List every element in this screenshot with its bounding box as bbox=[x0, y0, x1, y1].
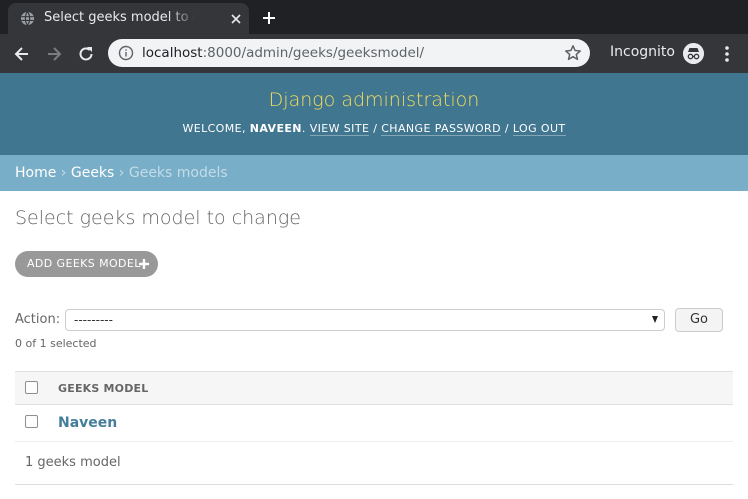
browser-tab-active[interactable]: Select geeks model to change | Django si… bbox=[8, 3, 249, 34]
new-tab-icon[interactable] bbox=[261, 10, 277, 26]
log-out-link[interactable]: LOG OUT bbox=[512, 122, 566, 136]
browser-tabstrip: Select geeks model to change | Django si… bbox=[0, 0, 748, 34]
change-password-link[interactable]: CHANGE PASSWORD bbox=[381, 122, 501, 136]
user-tools: WELCOME, NAVEEN. VIEW SITE / CHANGE PASS… bbox=[182, 122, 566, 136]
breadcrumb-current: Geeks models bbox=[128, 165, 228, 181]
paginator: 1 geeks model bbox=[15, 442, 733, 485]
info-icon[interactable] bbox=[118, 45, 134, 61]
url-text[interactable]: localhost:8000/admin/geeks/geeksmodel/ bbox=[142, 45, 424, 61]
plus-icon bbox=[139, 259, 149, 269]
breadcrumb-separator: › bbox=[60, 165, 67, 181]
url-path: :8000/admin/geeks/geeksmodel/ bbox=[202, 45, 425, 61]
table-row: Naveen bbox=[15, 405, 733, 442]
kebab-menu-icon[interactable] bbox=[721, 44, 733, 64]
selection-counter: 0 of 1 selected bbox=[15, 337, 97, 350]
username: NAVEEN bbox=[249, 122, 302, 135]
breadcrumb-app[interactable]: Geeks bbox=[71, 165, 114, 181]
go-button[interactable]: Go bbox=[675, 308, 723, 332]
add-geeks-model-button[interactable]: ADD GEEKS MODEL bbox=[15, 251, 158, 277]
action-label: Action: bbox=[15, 312, 61, 327]
separator: / bbox=[373, 122, 378, 135]
globe-icon bbox=[20, 11, 35, 26]
breadcrumb-separator: › bbox=[118, 165, 125, 181]
close-icon[interactable] bbox=[229, 12, 243, 26]
separator: / bbox=[504, 122, 509, 135]
address-bar[interactable]: localhost:8000/admin/geeks/geeksmodel/ bbox=[108, 39, 590, 67]
site-branding[interactable]: Django administration bbox=[0, 89, 748, 111]
row-checkbox[interactable] bbox=[25, 415, 38, 428]
breadcrumb-home[interactable]: Home bbox=[15, 165, 56, 181]
table-header: GEEKS MODEL bbox=[15, 371, 733, 405]
incognito-label: Incognito bbox=[610, 44, 675, 60]
welcome-text: WELCOME, bbox=[182, 122, 246, 135]
reload-icon[interactable] bbox=[76, 44, 96, 64]
admin-header: Django administration WELCOME, NAVEEN. V… bbox=[0, 73, 748, 155]
row-link-naveen[interactable]: Naveen bbox=[58, 415, 117, 431]
add-button-label: ADD GEEKS MODEL bbox=[27, 257, 141, 270]
breadcrumb: Home › Geeks › Geeks models bbox=[0, 155, 748, 191]
action-selected-option: --------- bbox=[74, 313, 113, 327]
forward-arrow-icon[interactable] bbox=[44, 44, 64, 64]
view-site-link[interactable]: VIEW SITE bbox=[309, 122, 370, 136]
url-host: localhost bbox=[142, 45, 203, 61]
column-header-geeks-model[interactable]: GEEKS MODEL bbox=[58, 382, 149, 395]
browser-toolbar: localhost:8000/admin/geeks/geeksmodel/ I… bbox=[0, 34, 748, 73]
select-all-checkbox[interactable] bbox=[25, 381, 38, 394]
action-select[interactable]: --------- bbox=[65, 309, 665, 331]
dropdown-arrow-icon bbox=[652, 316, 658, 323]
back-arrow-icon[interactable] bbox=[12, 44, 32, 64]
result-count: 1 geeks model bbox=[25, 455, 121, 470]
incognito-icon[interactable] bbox=[683, 43, 704, 64]
bookmark-star-icon[interactable] bbox=[564, 44, 582, 62]
page-title: Select geeks model to change bbox=[15, 207, 301, 229]
